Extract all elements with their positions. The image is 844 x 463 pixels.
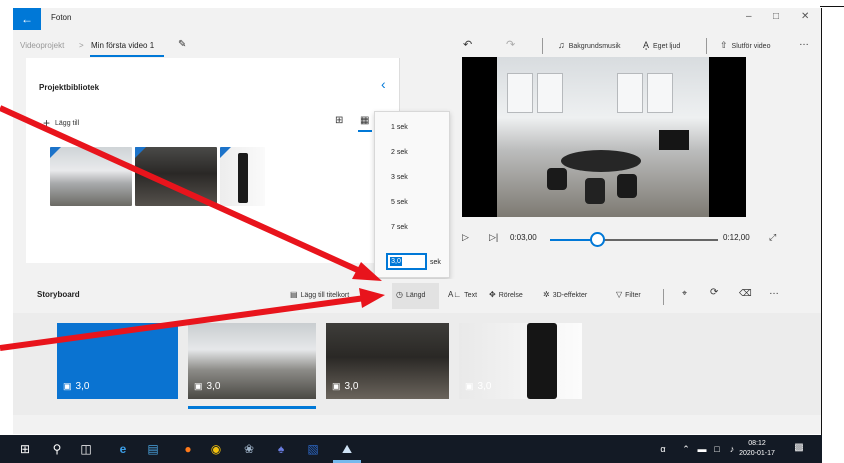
annotation-arrowhead	[359, 288, 385, 308]
annotation-arrowhead	[352, 262, 382, 281]
windows-logo-icon: ⊞	[19, 442, 31, 456]
edge-button[interactable]: e	[113, 442, 133, 456]
app-icon: ❀	[243, 442, 255, 456]
clock-date: 2020-01-17	[739, 450, 775, 457]
app-button[interactable]: ❀	[239, 442, 259, 456]
notifications-icon[interactable]: ▩	[789, 442, 809, 453]
word-icon: ▧	[307, 442, 319, 456]
teams-icon: ♠	[277, 442, 285, 456]
task-view-icon: ◫	[80, 442, 92, 456]
chrome-button[interactable]: ◉	[206, 442, 226, 456]
chrome-icon: ◉	[210, 442, 222, 456]
firefox-icon: ●	[184, 442, 192, 456]
windows-taskbar: ⊞ ⚲ ◫ e ▤ ● ◉ ❀ ♠ ▧ ⛰ α ⌃ ▬ □ ♪ 08:12 20…	[0, 435, 822, 463]
search-button[interactable]: ⚲	[47, 442, 67, 456]
start-button[interactable]: ⊞	[15, 442, 35, 456]
task-view-button[interactable]: ◫	[76, 442, 96, 456]
photos-icon: ⛰	[341, 442, 353, 456]
annotation-arrow-line	[0, 105, 364, 275]
clock-time: 08:12	[748, 440, 766, 447]
photos-button[interactable]: ⛰	[337, 442, 357, 457]
annotation-arrows	[0, 105, 385, 351]
people-icon[interactable]: α	[653, 444, 673, 454]
store-button[interactable]: ▤	[143, 442, 163, 456]
edge-icon: e	[119, 442, 127, 456]
screen: ← Foton – □ ✕ Videoprojekt > Min första …	[0, 0, 844, 463]
annotation-arrow-line	[0, 295, 366, 351]
search-icon: ⚲	[52, 442, 62, 456]
taskbar-clock[interactable]: 08:12 2020-01-17	[739, 439, 775, 459]
teams-button[interactable]: ♠	[271, 442, 291, 456]
store-icon: ▤	[147, 442, 159, 456]
word-button[interactable]: ▧	[303, 442, 323, 456]
firefox-button[interactable]: ●	[178, 442, 198, 456]
